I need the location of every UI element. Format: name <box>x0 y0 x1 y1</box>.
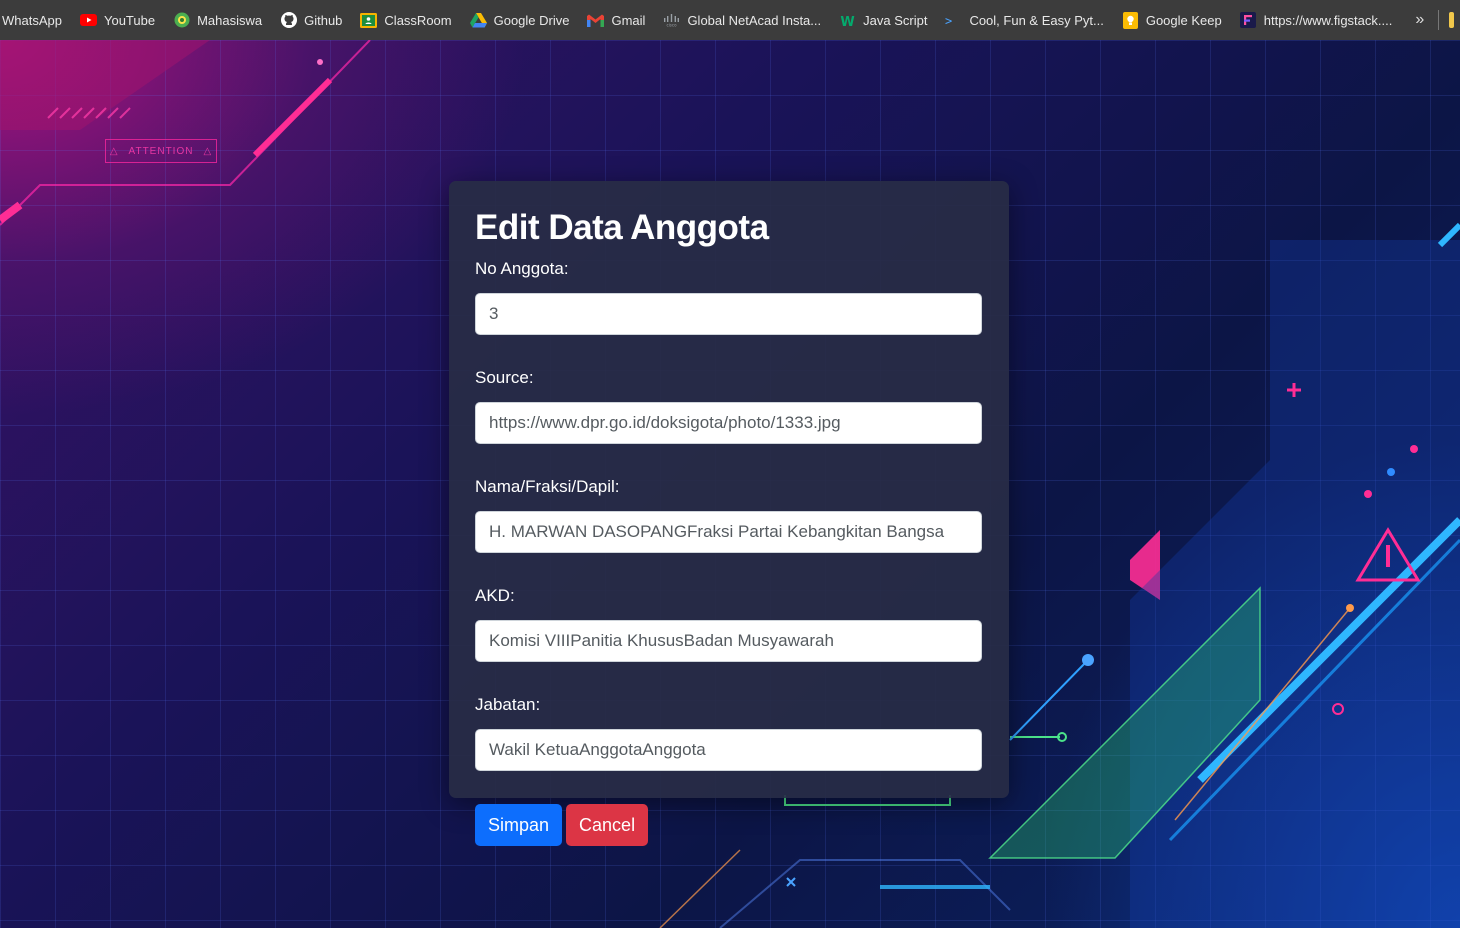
magenta-panel-shape <box>0 40 210 130</box>
source-label: Source: <box>475 368 534 387</box>
bookmark-mahasiswa[interactable]: Mahasiswa <box>164 6 271 34</box>
bookmark-label: YouTube <box>103 12 156 28</box>
bookmark-whatsapp[interactable]: WhatsApp <box>0 6 71 34</box>
bookmarks-bar: WhatsApp YouTube Mahasiswa Github ClassR… <box>0 0 1460 40</box>
terminal-icon: >_ <box>945 12 962 29</box>
svg-text:W: W <box>840 15 854 27</box>
bookmark-label: Google Drive <box>493 12 570 28</box>
nama-fraksi-dapil-input[interactable] <box>475 511 982 553</box>
nama-fraksi-dapil-label: Nama/Fraksi/Dapil: <box>475 477 620 496</box>
bookmark-label: Global NetAcad Insta... <box>687 12 822 28</box>
attention-label: ATTENTION <box>128 145 194 157</box>
cross-mark <box>786 877 796 887</box>
no-anggota-label: No Anggota: <box>475 259 569 278</box>
jabatan-input[interactable] <box>475 729 982 771</box>
edit-member-form: Edit Data Anggota No Anggota: Source: Na… <box>449 181 1009 846</box>
form-actions: Simpan Cancel <box>475 804 983 846</box>
bookmark-classroom[interactable]: ClassRoom <box>351 6 460 34</box>
blue-node <box>1082 654 1094 666</box>
save-button[interactable]: Simpan <box>475 804 563 846</box>
magenta-dot <box>317 59 323 65</box>
bookmark-label: ClassRoom <box>384 12 452 28</box>
blue-panel <box>1130 240 1460 928</box>
field-no-anggota: No Anggota: <box>475 259 983 335</box>
bookmark-label: Github <box>304 12 343 28</box>
akd-input[interactable] <box>475 620 982 662</box>
bookmark-google-drive[interactable]: Google Drive <box>461 6 579 34</box>
akd-label: AKD: <box>475 586 515 605</box>
attention-badge: △ ATTENTION △ <box>105 139 217 163</box>
github-icon <box>280 12 297 29</box>
orange-node <box>1346 604 1354 612</box>
bottom-orange-line <box>659 849 741 928</box>
no-anggota-input[interactable] <box>475 293 982 335</box>
page-title: Edit Data Anggota <box>475 208 769 247</box>
bottom-glow-bar <box>880 885 990 889</box>
bookmark-label: Mahasiswa <box>197 12 263 28</box>
magenta-stripe <box>252 77 333 158</box>
folder-icon[interactable] <box>1448 12 1454 28</box>
bookmark-figstack[interactable]: https://www.figstack.... <box>1231 6 1402 34</box>
bookmark-google-keep[interactable]: Google Keep <box>1113 6 1231 34</box>
bookmark-label: https://www.figstack.... <box>1263 12 1393 28</box>
figstack-icon <box>1240 12 1257 29</box>
bookmark-java-script[interactable]: W Java Script <box>830 6 936 34</box>
warning-mark <box>1386 545 1390 567</box>
jabatan-label: Jabatan: <box>475 695 541 714</box>
field-nama-fraksi-dapil: Nama/Fraksi/Dapil: <box>475 477 983 553</box>
gmail-icon <box>587 12 605 29</box>
bookmark-gmail[interactable]: Gmail <box>578 6 654 34</box>
google-drive-icon <box>469 12 487 29</box>
field-source: Source: <box>475 368 983 444</box>
google-keep-icon <box>1122 11 1139 29</box>
w3schools-icon: W <box>839 12 856 29</box>
field-akd: AKD: <box>475 586 983 662</box>
pink-dot-2 <box>1364 490 1372 498</box>
bookmark-python-course[interactable]: >_ Cool, Fun & Easy Pyt... <box>936 6 1112 34</box>
blue-dot <box>1387 468 1395 476</box>
pink-dot-1 <box>1410 445 1418 453</box>
magenta-stripe-left <box>0 201 23 224</box>
bookmark-youtube[interactable]: YouTube <box>71 6 164 34</box>
youtube-icon <box>79 12 97 29</box>
field-jabatan: Jabatan: <box>475 695 983 771</box>
bookmark-netacad[interactable]: cisco Global NetAcad Insta... <box>654 6 830 34</box>
bookmark-label: Google Keep <box>1145 12 1222 28</box>
svg-text:cisco: cisco <box>667 22 678 27</box>
bookmark-label: Cool, Fun & Easy Pyt... <box>969 12 1104 28</box>
more-bookmarks-chevron-icon[interactable]: » <box>1401 11 1438 29</box>
mahasiswa-icon <box>173 12 190 29</box>
svg-text:>_: >_ <box>945 14 960 27</box>
bookmark-github[interactable]: Github <box>271 6 351 34</box>
bookmark-label: WhatsApp <box>2 12 62 28</box>
blue-connector <box>1009 659 1089 741</box>
bottom-circuit-line <box>719 859 1011 928</box>
cisco-icon: cisco <box>663 12 680 29</box>
cancel-button[interactable]: Cancel <box>566 804 649 846</box>
bookmark-label: Java Script <box>863 12 928 28</box>
source-input[interactable] <box>475 402 982 444</box>
classroom-icon <box>360 12 378 29</box>
bookmark-label: Gmail <box>611 12 646 28</box>
warning-icon: △ <box>203 145 213 157</box>
warning-icon: △ <box>109 145 119 157</box>
